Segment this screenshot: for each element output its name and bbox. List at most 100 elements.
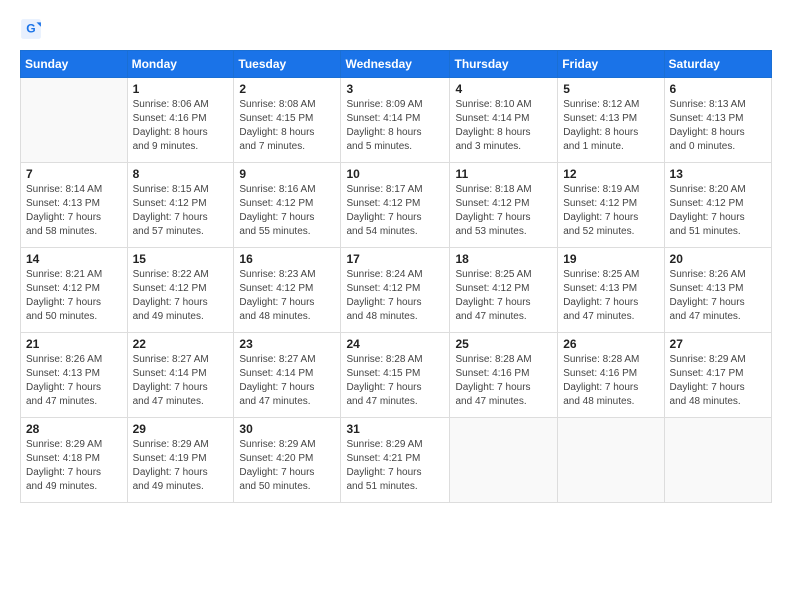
day-info: Sunrise: 8:25 AM Sunset: 4:12 PM Dayligh… <box>455 268 552 324</box>
day-number: 10 <box>346 167 444 181</box>
day-number: 13 <box>670 167 766 181</box>
calendar-cell: 7 Sunrise: 8:14 AM Sunset: 4:13 PM Daylig… <box>21 163 128 248</box>
calendar-cell: 15 Sunrise: 8:22 AM Sunset: 4:12 PM Dayli… <box>127 248 234 333</box>
day-number: 5 <box>563 82 658 96</box>
calendar-cell: 22 Sunrise: 8:27 AM Sunset: 4:14 PM Dayli… <box>127 333 234 418</box>
weekday-header-monday: Monday <box>127 51 234 78</box>
day-info: Sunrise: 8:29 AM Sunset: 4:20 PM Dayligh… <box>239 438 335 494</box>
week-row-4: 21 Sunrise: 8:26 AM Sunset: 4:13 PM Dayli… <box>21 333 772 418</box>
week-row-2: 7 Sunrise: 8:14 AM Sunset: 4:13 PM Daylig… <box>21 163 772 248</box>
day-number: 12 <box>563 167 658 181</box>
calendar-cell: 8 Sunrise: 8:15 AM Sunset: 4:12 PM Daylig… <box>127 163 234 248</box>
day-info: Sunrise: 8:27 AM Sunset: 4:14 PM Dayligh… <box>239 353 335 409</box>
day-number: 20 <box>670 252 766 266</box>
day-number: 19 <box>563 252 658 266</box>
day-number: 17 <box>346 252 444 266</box>
calendar-cell: 9 Sunrise: 8:16 AM Sunset: 4:12 PM Daylig… <box>234 163 341 248</box>
day-number: 16 <box>239 252 335 266</box>
day-number: 31 <box>346 422 444 436</box>
calendar-cell: 6Sunrise: 8:13 AM Sunset: 4:13 PM Daylig… <box>664 78 771 163</box>
calendar-cell <box>21 78 128 163</box>
day-info: Sunrise: 8:29 AM Sunset: 4:21 PM Dayligh… <box>346 438 444 494</box>
week-row-5: 28Sunrise: 8:29 AM Sunset: 4:18 PM Dayli… <box>21 418 772 503</box>
day-number: 8 <box>133 167 229 181</box>
calendar-cell: 29 Sunrise: 8:29 AM Sunset: 4:19 PM Dayli… <box>127 418 234 503</box>
logo: G <box>20 18 44 40</box>
day-info: Sunrise: 8:16 AM Sunset: 4:12 PM Dayligh… <box>239 183 335 239</box>
weekday-header-wednesday: Wednesday <box>341 51 450 78</box>
calendar-cell: 24 Sunrise: 8:28 AM Sunset: 4:15 PM Dayli… <box>341 333 450 418</box>
day-info: Sunrise: 8:28 AM Sunset: 4:16 PM Dayligh… <box>455 353 552 409</box>
day-info: Sunrise: 8:14 AM Sunset: 4:13 PM Dayligh… <box>26 183 122 239</box>
weekday-header-tuesday: Tuesday <box>234 51 341 78</box>
day-info: Sunrise: 8:23 AM Sunset: 4:12 PM Dayligh… <box>239 268 335 324</box>
calendar-cell: 27 Sunrise: 8:29 AM Sunset: 4:17 PM Dayli… <box>664 333 771 418</box>
day-info: Sunrise: 8:25 AM Sunset: 4:13 PM Dayligh… <box>563 268 658 324</box>
day-info: Sunrise: 8:29 AM Sunset: 4:19 PM Dayligh… <box>133 438 229 494</box>
day-number: 21 <box>26 337 122 351</box>
day-info: Sunrise: 8:08 AM Sunset: 4:15 PM Dayligh… <box>239 98 335 154</box>
day-info: Sunrise: 8:21 AM Sunset: 4:12 PM Dayligh… <box>26 268 122 324</box>
calendar-cell: 19 Sunrise: 8:25 AM Sunset: 4:13 PM Dayli… <box>558 248 664 333</box>
day-info: Sunrise: 8:17 AM Sunset: 4:12 PM Dayligh… <box>346 183 444 239</box>
day-number: 7 <box>26 167 122 181</box>
day-info: Sunrise: 8:26 AM Sunset: 4:13 PM Dayligh… <box>670 268 766 324</box>
weekday-header-saturday: Saturday <box>664 51 771 78</box>
day-number: 23 <box>239 337 335 351</box>
day-info: Sunrise: 8:06 AM Sunset: 4:16 PM Dayligh… <box>133 98 229 154</box>
day-info: Sunrise: 8:22 AM Sunset: 4:12 PM Dayligh… <box>133 268 229 324</box>
day-number: 2 <box>239 82 335 96</box>
weekday-header-thursday: Thursday <box>450 51 558 78</box>
week-row-3: 14Sunrise: 8:21 AM Sunset: 4:12 PM Dayli… <box>21 248 772 333</box>
calendar-cell: 12 Sunrise: 8:19 AM Sunset: 4:12 PM Dayli… <box>558 163 664 248</box>
day-number: 27 <box>670 337 766 351</box>
week-row-1: 1 Sunrise: 8:06 AM Sunset: 4:16 PM Daylig… <box>21 78 772 163</box>
day-info: Sunrise: 8:24 AM Sunset: 4:12 PM Dayligh… <box>346 268 444 324</box>
weekday-header-sunday: Sunday <box>21 51 128 78</box>
day-number: 9 <box>239 167 335 181</box>
calendar-cell: 11 Sunrise: 8:18 AM Sunset: 4:12 PM Dayli… <box>450 163 558 248</box>
calendar-cell: 28Sunrise: 8:29 AM Sunset: 4:18 PM Dayli… <box>21 418 128 503</box>
calendar-cell: 13 Sunrise: 8:20 AM Sunset: 4:12 PM Dayli… <box>664 163 771 248</box>
day-info: Sunrise: 8:09 AM Sunset: 4:14 PM Dayligh… <box>346 98 444 154</box>
calendar-cell <box>558 418 664 503</box>
day-info: Sunrise: 8:26 AM Sunset: 4:13 PM Dayligh… <box>26 353 122 409</box>
calendar-cell: 3Sunrise: 8:09 AM Sunset: 4:14 PM Daylig… <box>341 78 450 163</box>
calendar-cell: 10 Sunrise: 8:17 AM Sunset: 4:12 PM Dayli… <box>341 163 450 248</box>
calendar-header: SundayMondayTuesdayWednesdayThursdayFrid… <box>21 51 772 78</box>
calendar-cell: 17 Sunrise: 8:24 AM Sunset: 4:12 PM Dayli… <box>341 248 450 333</box>
calendar-cell: 20 Sunrise: 8:26 AM Sunset: 4:13 PM Dayli… <box>664 248 771 333</box>
day-info: Sunrise: 8:29 AM Sunset: 4:17 PM Dayligh… <box>670 353 766 409</box>
day-number: 18 <box>455 252 552 266</box>
day-number: 11 <box>455 167 552 181</box>
day-number: 26 <box>563 337 658 351</box>
day-info: Sunrise: 8:28 AM Sunset: 4:15 PM Dayligh… <box>346 353 444 409</box>
day-number: 6 <box>670 82 766 96</box>
day-info: Sunrise: 8:29 AM Sunset: 4:18 PM Dayligh… <box>26 438 122 494</box>
calendar-cell: 2 Sunrise: 8:08 AM Sunset: 4:15 PM Daylig… <box>234 78 341 163</box>
calendar-cell: 16 Sunrise: 8:23 AM Sunset: 4:12 PM Dayli… <box>234 248 341 333</box>
day-info: Sunrise: 8:18 AM Sunset: 4:12 PM Dayligh… <box>455 183 552 239</box>
day-number: 30 <box>239 422 335 436</box>
calendar-cell: 21 Sunrise: 8:26 AM Sunset: 4:13 PM Dayli… <box>21 333 128 418</box>
calendar-cell <box>450 418 558 503</box>
day-info: Sunrise: 8:15 AM Sunset: 4:12 PM Dayligh… <box>133 183 229 239</box>
day-number: 24 <box>346 337 444 351</box>
day-number: 29 <box>133 422 229 436</box>
calendar-cell <box>664 418 771 503</box>
calendar-cell: 14Sunrise: 8:21 AM Sunset: 4:12 PM Dayli… <box>21 248 128 333</box>
day-info: Sunrise: 8:19 AM Sunset: 4:12 PM Dayligh… <box>563 183 658 239</box>
calendar-cell: 25Sunrise: 8:28 AM Sunset: 4:16 PM Dayli… <box>450 333 558 418</box>
header: G <box>20 18 772 40</box>
day-number: 1 <box>133 82 229 96</box>
day-info: Sunrise: 8:28 AM Sunset: 4:16 PM Dayligh… <box>563 353 658 409</box>
day-number: 15 <box>133 252 229 266</box>
day-info: Sunrise: 8:20 AM Sunset: 4:12 PM Dayligh… <box>670 183 766 239</box>
day-number: 22 <box>133 337 229 351</box>
day-info: Sunrise: 8:12 AM Sunset: 4:13 PM Dayligh… <box>563 98 658 154</box>
logo-icon: G <box>20 18 42 40</box>
day-info: Sunrise: 8:27 AM Sunset: 4:14 PM Dayligh… <box>133 353 229 409</box>
svg-text:G: G <box>26 21 35 35</box>
weekday-header-friday: Friday <box>558 51 664 78</box>
calendar-table: SundayMondayTuesdayWednesdayThursdayFrid… <box>20 50 772 503</box>
